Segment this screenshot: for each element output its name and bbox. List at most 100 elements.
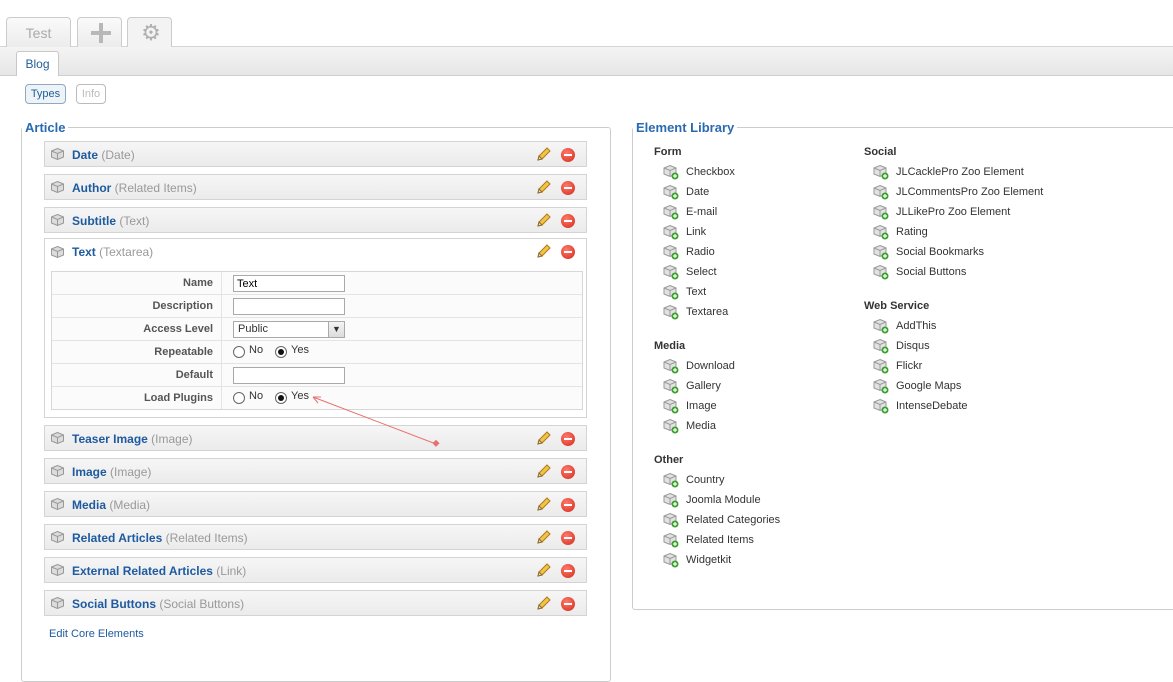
element-row[interactable]: Image (Image): [44, 458, 587, 484]
library-item[interactable]: Flickr: [873, 358, 922, 374]
element-row[interactable]: Social Buttons (Social Buttons): [44, 590, 587, 616]
library-item[interactable]: Media: [663, 418, 716, 434]
config-row-name: Name: [52, 272, 582, 295]
cube-icon: [51, 148, 64, 160]
element-row[interactable]: Related Articles (Related Items): [44, 524, 587, 550]
element-name: Social Buttons: [72, 597, 157, 611]
library-item[interactable]: Checkbox: [663, 164, 735, 180]
repeatable-yes-radio[interactable]: [275, 346, 287, 358]
delete-icon[interactable]: [561, 432, 575, 446]
description-field[interactable]: [233, 298, 345, 315]
element-name: Author: [72, 181, 112, 195]
name-field[interactable]: [233, 275, 345, 292]
app-tab-test[interactable]: Test: [6, 17, 71, 47]
library-group-title: Web Service: [864, 300, 930, 312]
pencil-icon[interactable]: [535, 431, 551, 447]
delete-icon[interactable]: [561, 148, 575, 162]
pencil-icon[interactable]: [535, 213, 551, 229]
library-item[interactable]: Related Items: [663, 532, 754, 548]
library-item-label: Gallery: [686, 380, 721, 392]
delete-icon[interactable]: [561, 531, 575, 545]
library-item[interactable]: Country: [663, 472, 725, 488]
info-button[interactable]: Info: [76, 84, 106, 104]
library-item-label: Text: [686, 286, 707, 298]
config-app-tab[interactable]: ⚙: [127, 17, 172, 47]
library-item[interactable]: Gallery: [663, 378, 721, 394]
library-item[interactable]: IntenseDebate: [873, 398, 968, 414]
delete-icon[interactable]: [561, 214, 575, 228]
library-item[interactable]: Joomla Module: [663, 492, 761, 508]
library-item-label: Social Bookmarks: [896, 246, 985, 258]
pencil-icon[interactable]: [535, 244, 551, 260]
library-item[interactable]: Google Maps: [873, 378, 961, 394]
library-item[interactable]: Textarea: [663, 304, 728, 320]
default-field[interactable]: [233, 367, 345, 384]
delete-icon[interactable]: [561, 181, 575, 195]
element-header[interactable]: Text (Textarea): [45, 239, 586, 265]
library-item-label: JLCacklePro Zoo Element: [896, 166, 1024, 178]
types-button[interactable]: Types: [25, 84, 66, 104]
delete-icon[interactable]: [561, 498, 575, 512]
library-item[interactable]: Social Bookmarks: [873, 244, 985, 260]
element-row[interactable]: External Related Articles (Link): [44, 557, 587, 583]
cube-icon: [51, 597, 64, 609]
repeatable-no-radio[interactable]: [233, 346, 245, 358]
library-item[interactable]: Download: [663, 358, 735, 374]
cube-icon: [51, 564, 64, 576]
library-item[interactable]: AddThis: [873, 318, 937, 334]
library-item[interactable]: JLCommentsPro Zoo Element: [873, 184, 1044, 200]
library-item-label: Related Categories: [686, 514, 781, 526]
delete-icon[interactable]: [561, 564, 575, 578]
library-item[interactable]: JLCacklePro Zoo Element: [873, 164, 1024, 180]
pencil-icon[interactable]: [535, 596, 551, 612]
add-cube-icon: [663, 284, 679, 300]
element-label: Social Buttons (Social Buttons): [72, 597, 244, 611]
add-cube-icon: [663, 552, 679, 568]
add-cube-icon: [873, 244, 889, 260]
pencil-icon[interactable]: [535, 530, 551, 546]
library-item[interactable]: Related Categories: [663, 512, 781, 528]
library-item-label: AddThis: [896, 320, 937, 332]
library-item[interactable]: Radio: [663, 244, 715, 260]
pencil-icon[interactable]: [535, 497, 551, 513]
library-item[interactable]: Link: [663, 224, 706, 240]
delete-icon[interactable]: [561, 597, 575, 611]
library-item[interactable]: Date: [663, 184, 709, 200]
edit-core-elements-link[interactable]: Edit Core Elements: [49, 628, 144, 640]
element-name: Teaser Image: [72, 432, 148, 446]
access-level-value: Public: [238, 323, 268, 335]
pencil-icon[interactable]: [535, 147, 551, 163]
article-legend: Article: [25, 120, 66, 135]
library-item[interactable]: Social Buttons: [873, 264, 966, 280]
element-row[interactable]: Author (Related Items): [44, 174, 587, 200]
element-name: Image: [72, 465, 107, 479]
library-item-label: Download: [686, 360, 735, 372]
library-item-label: Rating: [896, 226, 928, 238]
library-item[interactable]: E-mail: [663, 204, 717, 220]
add-app-tab[interactable]: [77, 17, 122, 47]
load-plugins-yes-radio[interactable]: [275, 392, 287, 404]
library-item[interactable]: JLLikePro Zoo Element: [873, 204, 1010, 220]
delete-icon[interactable]: [561, 245, 575, 259]
library-item[interactable]: Rating: [873, 224, 928, 240]
pencil-icon[interactable]: [535, 464, 551, 480]
config-row-repeatable: Repeatable No Yes: [52, 341, 582, 364]
load-plugins-no-radio[interactable]: [233, 392, 245, 404]
element-row[interactable]: Media (Media): [44, 491, 587, 517]
tab-blog[interactable]: Blog: [16, 51, 59, 76]
library-item[interactable]: Select: [663, 264, 717, 280]
library-item[interactable]: Text: [663, 284, 707, 300]
delete-icon[interactable]: [561, 465, 575, 479]
element-row[interactable]: Teaser Image (Image): [44, 425, 587, 451]
element-row[interactable]: Subtitle (Text): [44, 207, 587, 233]
add-cube-icon: [663, 164, 679, 180]
element-row[interactable]: Date (Date): [44, 141, 587, 167]
element-name: Media: [72, 498, 107, 512]
library-item-label: JLCommentsPro Zoo Element: [896, 186, 1044, 198]
access-level-select[interactable]: Public ▼: [233, 321, 345, 338]
pencil-icon[interactable]: [535, 563, 551, 579]
library-item[interactable]: Image: [663, 398, 717, 414]
pencil-icon[interactable]: [535, 180, 551, 196]
library-item[interactable]: Widgetkit: [663, 552, 731, 568]
library-item[interactable]: Disqus: [873, 338, 930, 354]
